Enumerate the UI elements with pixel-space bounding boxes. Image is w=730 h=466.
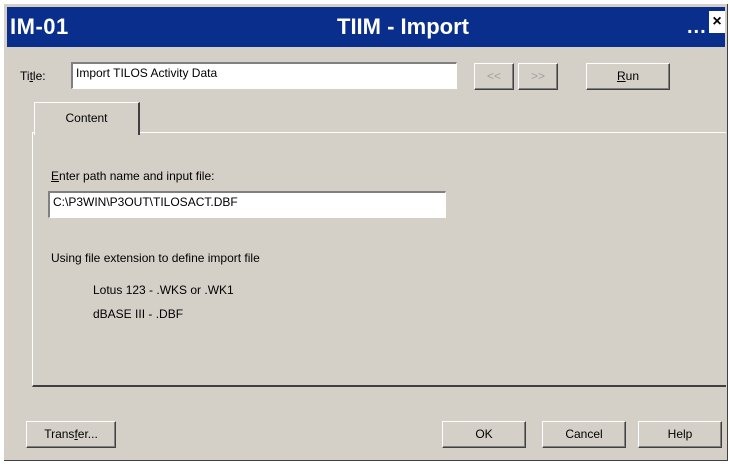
run-button[interactable]: Run bbox=[586, 63, 670, 90]
format-lotus: Lotus 123 - .WKS or .WK1 bbox=[93, 283, 234, 297]
title-input[interactable]: Import TILOS Activity Data bbox=[71, 62, 457, 89]
path-label: Enter path name and input file: bbox=[51, 169, 215, 183]
previous-button[interactable]: << bbox=[474, 63, 514, 90]
import-dialog: IM-01 TIIM - Import ... × Title: Import … bbox=[4, 4, 728, 461]
ok-button[interactable]: OK bbox=[442, 421, 526, 448]
more-menu-icon[interactable]: ... bbox=[687, 16, 707, 39]
info-text: Using file extension to define import fi… bbox=[51, 251, 260, 265]
transfer-button[interactable]: Transfer... bbox=[26, 421, 116, 448]
path-input[interactable]: C:\P3WIN\P3OUT\TILOSACT.DBF bbox=[48, 191, 446, 218]
tab-content[interactable]: Content bbox=[34, 102, 140, 135]
title-label: Title: bbox=[20, 69, 46, 83]
dialog-code: IM-01 bbox=[10, 14, 69, 39]
next-button[interactable]: >> bbox=[518, 63, 558, 90]
cancel-button[interactable]: Cancel bbox=[542, 421, 626, 448]
content-panel: Enter path name and input file: C:\P3WIN… bbox=[32, 132, 726, 387]
title-bar[interactable]: IM-01 TIIM - Import ... × bbox=[7, 7, 725, 47]
format-dbase: dBASE III - .DBF bbox=[93, 307, 184, 321]
close-icon[interactable]: × bbox=[709, 11, 725, 33]
help-button[interactable]: Help bbox=[638, 421, 722, 448]
window-title: TIIM - Import bbox=[337, 14, 469, 39]
